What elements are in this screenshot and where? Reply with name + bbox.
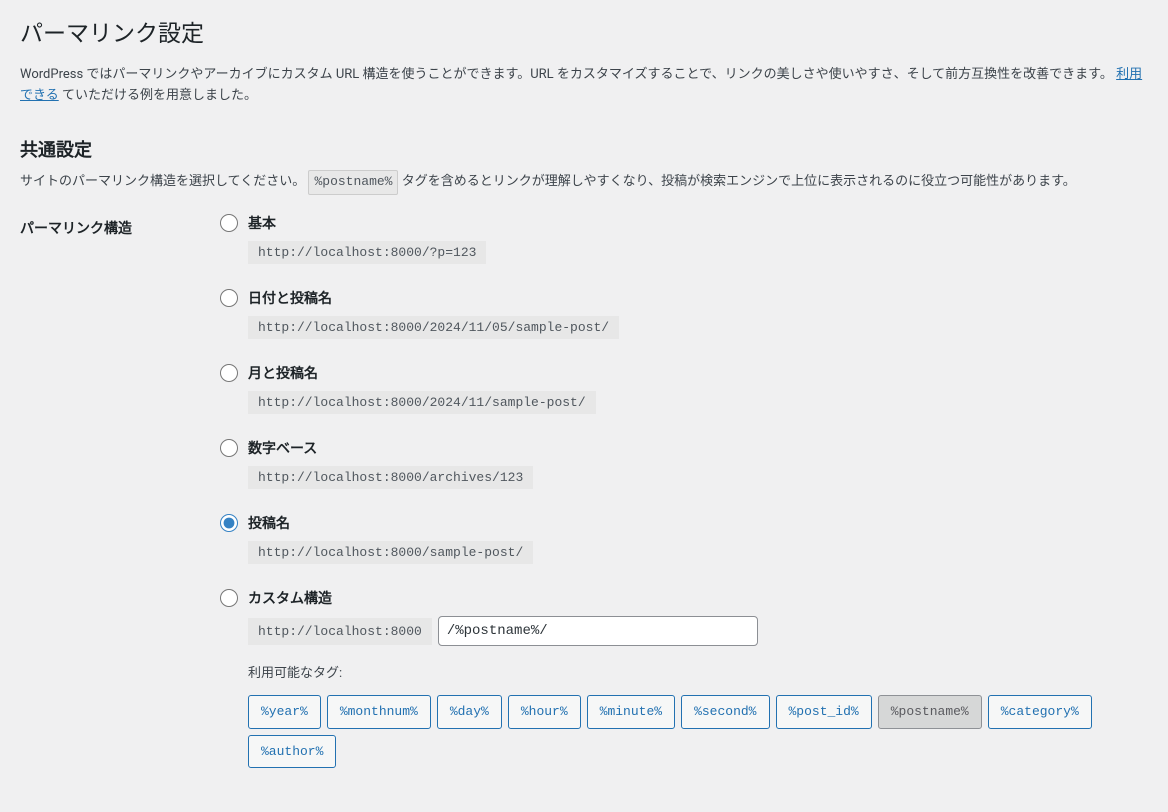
permalink-option-postname-label[interactable]: 投稿名	[220, 513, 1148, 533]
tag-button-post-id[interactable]: %post_id%	[776, 695, 872, 728]
page-title: パーマリンク設定	[20, 10, 1148, 53]
common-desc-post: タグを含めるとリンクが理解しやすくなり、投稿が検索エンジンで上位に表示されるのに…	[402, 174, 1076, 189]
permalink-example-plain: http://localhost:8000/?p=123	[248, 241, 486, 264]
tag-button-day[interactable]: %day%	[437, 695, 502, 728]
common-desc-pre: サイトのパーマリンク構造を選択してください。	[20, 174, 305, 189]
tag-button-category[interactable]: %category%	[988, 695, 1092, 728]
permalink-option-dayname-label[interactable]: 日付と投稿名	[220, 288, 1148, 308]
tag-button-second[interactable]: %second%	[681, 695, 769, 728]
postname-tag-code: %postname%	[308, 170, 398, 195]
permalink-option-custom-label[interactable]: カスタム構造	[220, 588, 1148, 608]
permalink-radio-dayname[interactable]	[220, 289, 238, 307]
permalink-radio-plain[interactable]	[220, 214, 238, 232]
permalink-example-dayname: http://localhost:8000/2024/11/05/sample-…	[248, 316, 619, 339]
permalink-option-dayname-text: 日付と投稿名	[248, 288, 332, 308]
custom-structure-prefix: http://localhost:8000	[248, 618, 432, 645]
permalink-option-dayname: 日付と投稿名 http://localhost:8000/2024/11/05/…	[220, 288, 1148, 339]
permalink-radio-custom[interactable]	[220, 589, 238, 607]
permalink-structure-row-label: パーマリンク構造	[20, 213, 220, 792]
tag-button-author[interactable]: %author%	[248, 735, 336, 768]
permalink-option-custom-text: カスタム構造	[248, 588, 332, 608]
custom-structure-input[interactable]	[438, 616, 758, 646]
intro-paragraph: WordPress ではパーマリンクやアーカイブにカスタム URL 構造を使うこ…	[20, 65, 1148, 107]
intro-text-post: ていただける例を用意しました。	[62, 88, 257, 103]
common-settings-desc: サイトのパーマリンク構造を選択してください。 %postname% タグを含める…	[20, 170, 1148, 195]
permalink-example-monname: http://localhost:8000/2024/11/sample-pos…	[248, 391, 596, 414]
permalink-radio-postname[interactable]	[220, 514, 238, 532]
permalink-option-postname: 投稿名 http://localhost:8000/sample-post/	[220, 513, 1148, 564]
permalink-option-monname-label[interactable]: 月と投稿名	[220, 363, 1148, 383]
permalink-option-monname-text: 月と投稿名	[248, 363, 318, 383]
permalink-option-plain: 基本 http://localhost:8000/?p=123	[220, 213, 1148, 264]
permalink-option-numeric-label[interactable]: 数字ベース	[220, 438, 1148, 458]
available-tags-label: 利用可能なタグ:	[248, 662, 1148, 681]
intro-text-pre: WordPress ではパーマリンクやアーカイブにカスタム URL 構造を使うこ…	[20, 67, 1113, 82]
tag-button-monthnum[interactable]: %monthnum%	[327, 695, 431, 728]
permalink-option-monname: 月と投稿名 http://localhost:8000/2024/11/samp…	[220, 363, 1148, 414]
tag-button-postname[interactable]: %postname%	[878, 695, 982, 728]
tag-button-hour[interactable]: %hour%	[508, 695, 581, 728]
tag-button-year[interactable]: %year%	[248, 695, 321, 728]
permalink-option-plain-text: 基本	[248, 213, 276, 233]
common-settings-heading: 共通設定	[20, 136, 1148, 162]
permalink-example-numeric: http://localhost:8000/archives/123	[248, 466, 533, 489]
permalink-option-numeric-text: 数字ベース	[248, 438, 317, 458]
available-tags-list: %year% %monthnum% %day% %hour% %minute% …	[248, 695, 1148, 768]
permalink-option-plain-label[interactable]: 基本	[220, 213, 1148, 233]
permalink-option-postname-text: 投稿名	[248, 513, 290, 533]
permalink-option-numeric: 数字ベース http://localhost:8000/archives/123	[220, 438, 1148, 489]
permalink-option-custom: カスタム構造 http://localhost:8000 利用可能なタグ: %y…	[220, 588, 1148, 768]
permalink-radio-monname[interactable]	[220, 364, 238, 382]
permalink-radio-numeric[interactable]	[220, 439, 238, 457]
permalink-example-postname: http://localhost:8000/sample-post/	[248, 541, 533, 564]
tag-button-minute[interactable]: %minute%	[587, 695, 675, 728]
